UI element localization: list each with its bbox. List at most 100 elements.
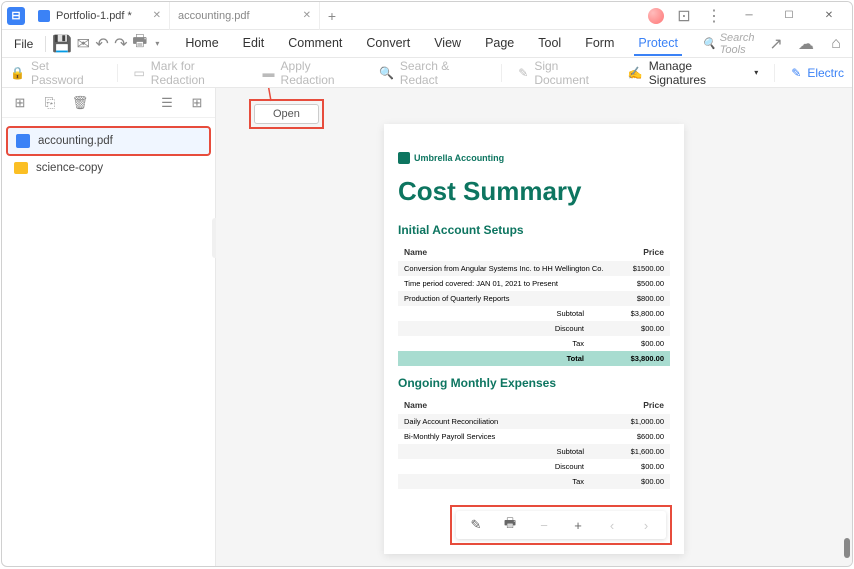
undo-icon[interactable]: ↶ (95, 34, 110, 54)
cloud-icon[interactable]: ☁ (796, 34, 816, 54)
extract-icon[interactable]: ⎘ (42, 95, 58, 111)
prev-icon[interactable]: ‹ (604, 517, 620, 533)
apply-icon: ▬ (263, 66, 275, 80)
close-button[interactable]: ✕ (814, 2, 844, 30)
sign-document-button[interactable]: ✎Sign Document (518, 59, 611, 87)
search-redact-button[interactable]: 🔍Search & Redact (379, 59, 485, 87)
menu-protect[interactable]: Protect (634, 32, 682, 56)
add-icon[interactable]: ⊞ (12, 95, 28, 111)
kebab-icon[interactable]: ⋮ (704, 6, 724, 26)
delete-icon[interactable]: 🗑 (72, 95, 88, 111)
search-icon: 🔍 (702, 37, 716, 50)
menu-edit[interactable]: Edit (239, 32, 269, 56)
user-avatar[interactable] (648, 8, 664, 24)
tab-portfolio[interactable]: Portfolio-1.pdf * ✕ (30, 2, 170, 30)
summary-row: Subtotal$1,600.00 (398, 444, 670, 459)
doc-icon (38, 10, 50, 22)
list-view-icon[interactable]: ☰ (159, 95, 175, 111)
mark-icon: ▭ (133, 66, 144, 80)
summary-row: Discount$00.00 (398, 459, 670, 474)
menu-view[interactable]: View (430, 32, 465, 56)
brand-icon (398, 152, 410, 164)
table-row: Time period covered: JAN 01, 2021 to Pre… (398, 276, 670, 291)
table-row: Production of Quarterly Reports$800.00 (398, 291, 670, 306)
home-icon[interactable]: ⌂ (826, 34, 846, 54)
open-button[interactable]: Open (254, 104, 319, 124)
section1-table: NamePrice Conversion from Angular System… (398, 243, 670, 366)
grid-view-icon[interactable]: ⊞ (189, 95, 205, 111)
menubar: File 💾 ✉ ↶ ↷ 🖶 ▾ Home Edit Comment Conve… (2, 30, 852, 58)
dropdown-arrow-icon[interactable]: ▾ (151, 39, 163, 48)
file-label: science-copy (36, 162, 103, 174)
doc-toolbar: ✎ 🖶 − + ‹ › (456, 511, 666, 539)
signature-icon: ✍ (628, 66, 643, 80)
redo-icon[interactable]: ↷ (113, 34, 128, 54)
print-icon[interactable]: 🖶 (132, 34, 147, 54)
open-button-highlight: Open (249, 99, 324, 129)
tab-label: accounting.pdf (178, 10, 250, 22)
tab-add-button[interactable]: + (320, 2, 344, 30)
menu-home[interactable]: Home (181, 32, 222, 56)
menu-convert[interactable]: Convert (362, 32, 414, 56)
save-icon[interactable]: 💾 (52, 34, 72, 54)
table-row: Daily Account Reconciliation$1,000.00 (398, 414, 670, 429)
section2-table: NamePrice Daily Account Reconciliation$1… (398, 396, 670, 489)
search-redact-icon: 🔍 (379, 66, 394, 80)
manage-signatures-button[interactable]: ✍Manage Signatures▾ (628, 59, 759, 87)
menu-page[interactable]: Page (481, 32, 518, 56)
document-preview[interactable]: Umbrella Accounting Cost Summary Initial… (384, 124, 684, 554)
content-area: Open Umbrella Accounting Cost Summary In… (216, 88, 852, 567)
file-item-science[interactable]: science-copy (6, 156, 211, 180)
electric-button[interactable]: ✎Electrc (791, 66, 844, 80)
zoom-out-icon[interactable]: − (536, 517, 552, 533)
scrollbar-thumb[interactable] (844, 538, 850, 558)
print-icon[interactable]: 🖶 (502, 517, 518, 533)
menu-form[interactable]: Form (581, 32, 618, 56)
section1-title: Initial Account Setups (398, 223, 670, 237)
close-icon[interactable]: ✕ (303, 10, 311, 21)
mark-redaction-button[interactable]: ▭Mark for Redaction (133, 59, 246, 87)
expand-icon[interactable]: ⊡ (674, 6, 694, 26)
tabs: Portfolio-1.pdf * ✕ accounting.pdf ✕ + (30, 2, 344, 30)
summary-row: Tax$00.00 (398, 474, 670, 489)
app-icon: ⊟ (2, 2, 30, 30)
mail-icon[interactable]: ✉ (76, 34, 91, 54)
edit-icon[interactable]: ✎ (468, 517, 484, 533)
protect-toolbar: 🔒Set Password ▭Mark for Redaction ▬Apply… (2, 58, 852, 88)
file-item-accounting[interactable]: accounting.pdf (6, 126, 211, 156)
close-icon[interactable]: ✕ (153, 10, 161, 21)
summary-row: Subtotal$3,800.00 (398, 306, 670, 321)
apply-redaction-button[interactable]: ▬Apply Redaction (263, 59, 363, 87)
lock-icon: 🔒 (10, 66, 25, 80)
menu-tool[interactable]: Tool (534, 32, 565, 56)
doc-toolbar-highlight: ✎ 🖶 − + ‹ › (450, 505, 672, 545)
tab-label: Portfolio-1.pdf * (56, 10, 132, 22)
electric-icon: ✎ (791, 66, 801, 80)
doc-title: Cost Summary (398, 176, 670, 207)
brand: Umbrella Accounting (398, 152, 670, 164)
sidebar-list: accounting.pdf science-copy (2, 118, 215, 188)
summary-row: Tax$00.00 (398, 336, 670, 351)
minimize-button[interactable]: ─ (734, 2, 764, 30)
folder-icon (14, 162, 28, 174)
section2-title: Ongoing Monthly Expenses (398, 376, 670, 390)
set-password-button[interactable]: 🔒Set Password (10, 59, 101, 87)
sign-icon: ✎ (518, 66, 528, 80)
table-row: Conversion from Angular Systems Inc. to … (398, 261, 670, 276)
menu-comment[interactable]: Comment (284, 32, 346, 56)
menu-file[interactable]: File (8, 37, 39, 51)
file-label: accounting.pdf (38, 135, 113, 147)
tab-accounting[interactable]: accounting.pdf ✕ (170, 2, 320, 30)
table-row: Bi-Monthly Payroll Services$600.00 (398, 429, 670, 444)
total-row: Total$3,800.00 (398, 351, 670, 366)
pdf-icon (16, 134, 30, 148)
zoom-in-icon[interactable]: + (570, 517, 586, 533)
summary-row: Discount$00.00 (398, 321, 670, 336)
maximize-button[interactable]: ☐ (774, 2, 804, 30)
share-icon[interactable]: ↗ (766, 34, 786, 54)
sidebar-tools: ⊞ ⎘ 🗑 ☰ ⊞ (2, 88, 215, 118)
search-tools[interactable]: 🔍 Search Tools (702, 32, 762, 56)
sidebar: ⊞ ⎘ 🗑 ☰ ⊞ accounting.pdf science-copy (2, 88, 216, 567)
titlebar: ⊟ Portfolio-1.pdf * ✕ accounting.pdf ✕ +… (2, 2, 852, 30)
next-icon[interactable]: › (638, 517, 654, 533)
